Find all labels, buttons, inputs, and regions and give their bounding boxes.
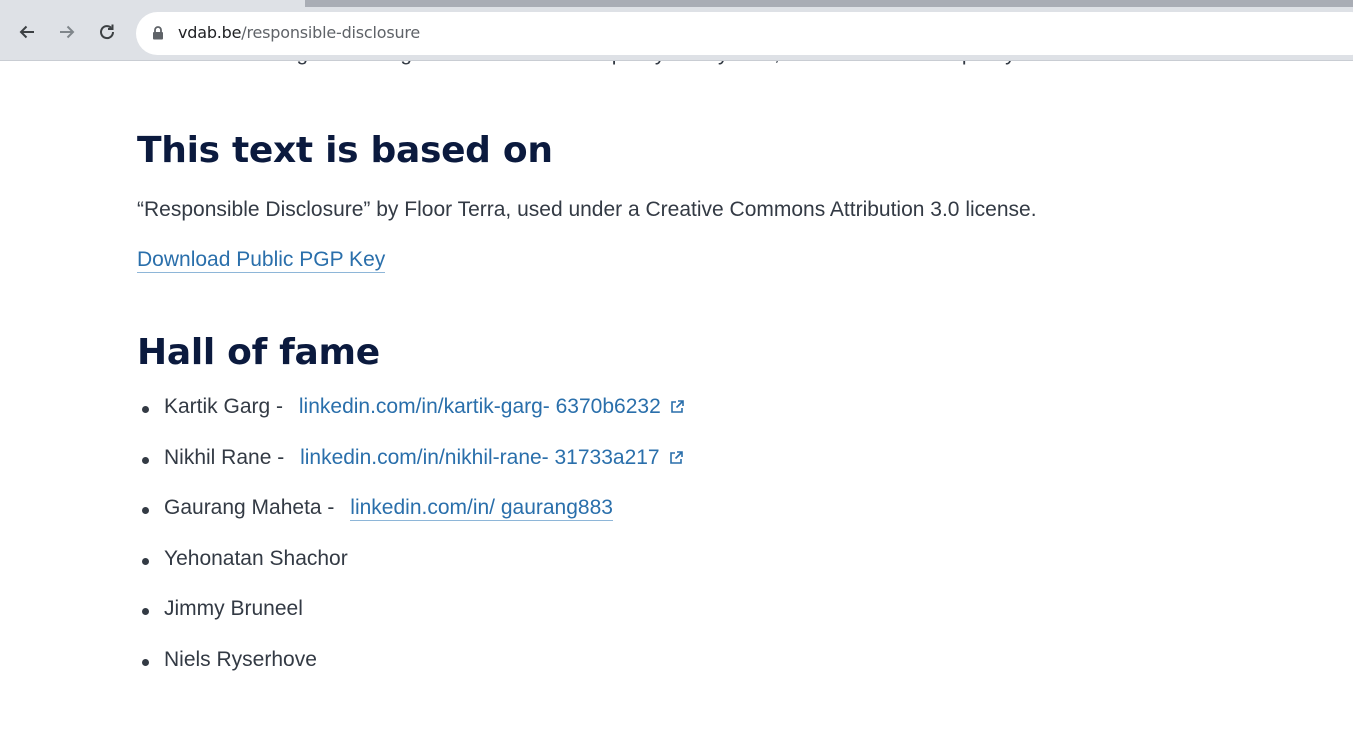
link-text: linkedin.com/in/nikhil-rane- 31733a217	[300, 445, 660, 469]
tab-strip	[305, 0, 1353, 7]
pgp-paragraph: Download Public PGP Key	[137, 248, 386, 273]
bullet	[142, 608, 149, 616]
member-name: Niels Ryserhove	[164, 647, 317, 671]
list-item: Jimmy Bruneel	[137, 597, 685, 648]
member-name: Nikhil Rane -	[164, 445, 285, 469]
url-path: /responsible-disclosure	[241, 23, 421, 42]
download-pgp-key-link[interactable]: Download Public PGP Key	[137, 248, 386, 273]
external-link-icon	[670, 400, 684, 413]
url-domain: vdab.be	[178, 23, 242, 42]
arrow-left-icon	[19, 25, 34, 39]
bullet	[142, 507, 149, 515]
member-name: Yehonatan Shachor	[164, 546, 348, 570]
based-on-heading: This text is based on	[137, 130, 553, 171]
address-bar[interactable]: vdab.be/responsible-disclosure	[136, 12, 1353, 55]
list-item: Gaurang Maheta - linkedin.com/in/ gauran…	[137, 496, 685, 547]
bullet	[142, 406, 149, 413]
list-item: Nikhil Rane - linkedin.com/in/nikhil-ran…	[137, 446, 685, 497]
list-item: Kartik Garg - linkedin.com/in/kartik-gar…	[137, 395, 685, 446]
reload-icon	[100, 24, 115, 40]
url-text[interactable]: vdab.be/responsible-disclosure	[178, 23, 420, 42]
reload-button[interactable]	[93, 18, 121, 46]
external-link-icon	[669, 450, 683, 464]
member-linkedin-link[interactable]: linkedin.com/in/nikhil-rane- 31733a217	[300, 446, 684, 469]
hall-of-fame-heading: Hall of fame	[137, 332, 380, 373]
member-linkedin-link[interactable]: linkedin.com/in/ gaurang883	[350, 496, 613, 522]
link-text: linkedin.com/in/kartik-garg- 6370b6232	[298, 395, 661, 418]
bullet	[142, 557, 149, 565]
back-button[interactable]	[13, 18, 41, 46]
member-linkedin-link[interactable]: linkedin.com/in/kartik-garg- 6370b6232	[299, 395, 685, 418]
list-item: Niels Ryserhove	[137, 648, 685, 699]
forward-button[interactable]	[53, 18, 81, 46]
member-name: Jimmy Bruneel	[164, 597, 303, 621]
lock-icon[interactable]	[152, 26, 164, 40]
member-name: Kartik Garg -	[164, 395, 284, 418]
attribution-text: “Responsible Disclosure” by Floor Terra,…	[137, 198, 1037, 221]
hall-of-fame-list: Kartik Garg - linkedin.com/in/kartik-gar…	[137, 395, 685, 699]
member-name: Gaurang Maheta -	[164, 496, 335, 520]
arrow-right-icon	[60, 25, 75, 39]
bullet	[142, 456, 149, 464]
browser-toolbar: vdab.be/responsible-disclosure	[0, 0, 1353, 61]
bullet	[142, 658, 149, 666]
list-item: Yehonatan Shachor	[137, 547, 685, 598]
